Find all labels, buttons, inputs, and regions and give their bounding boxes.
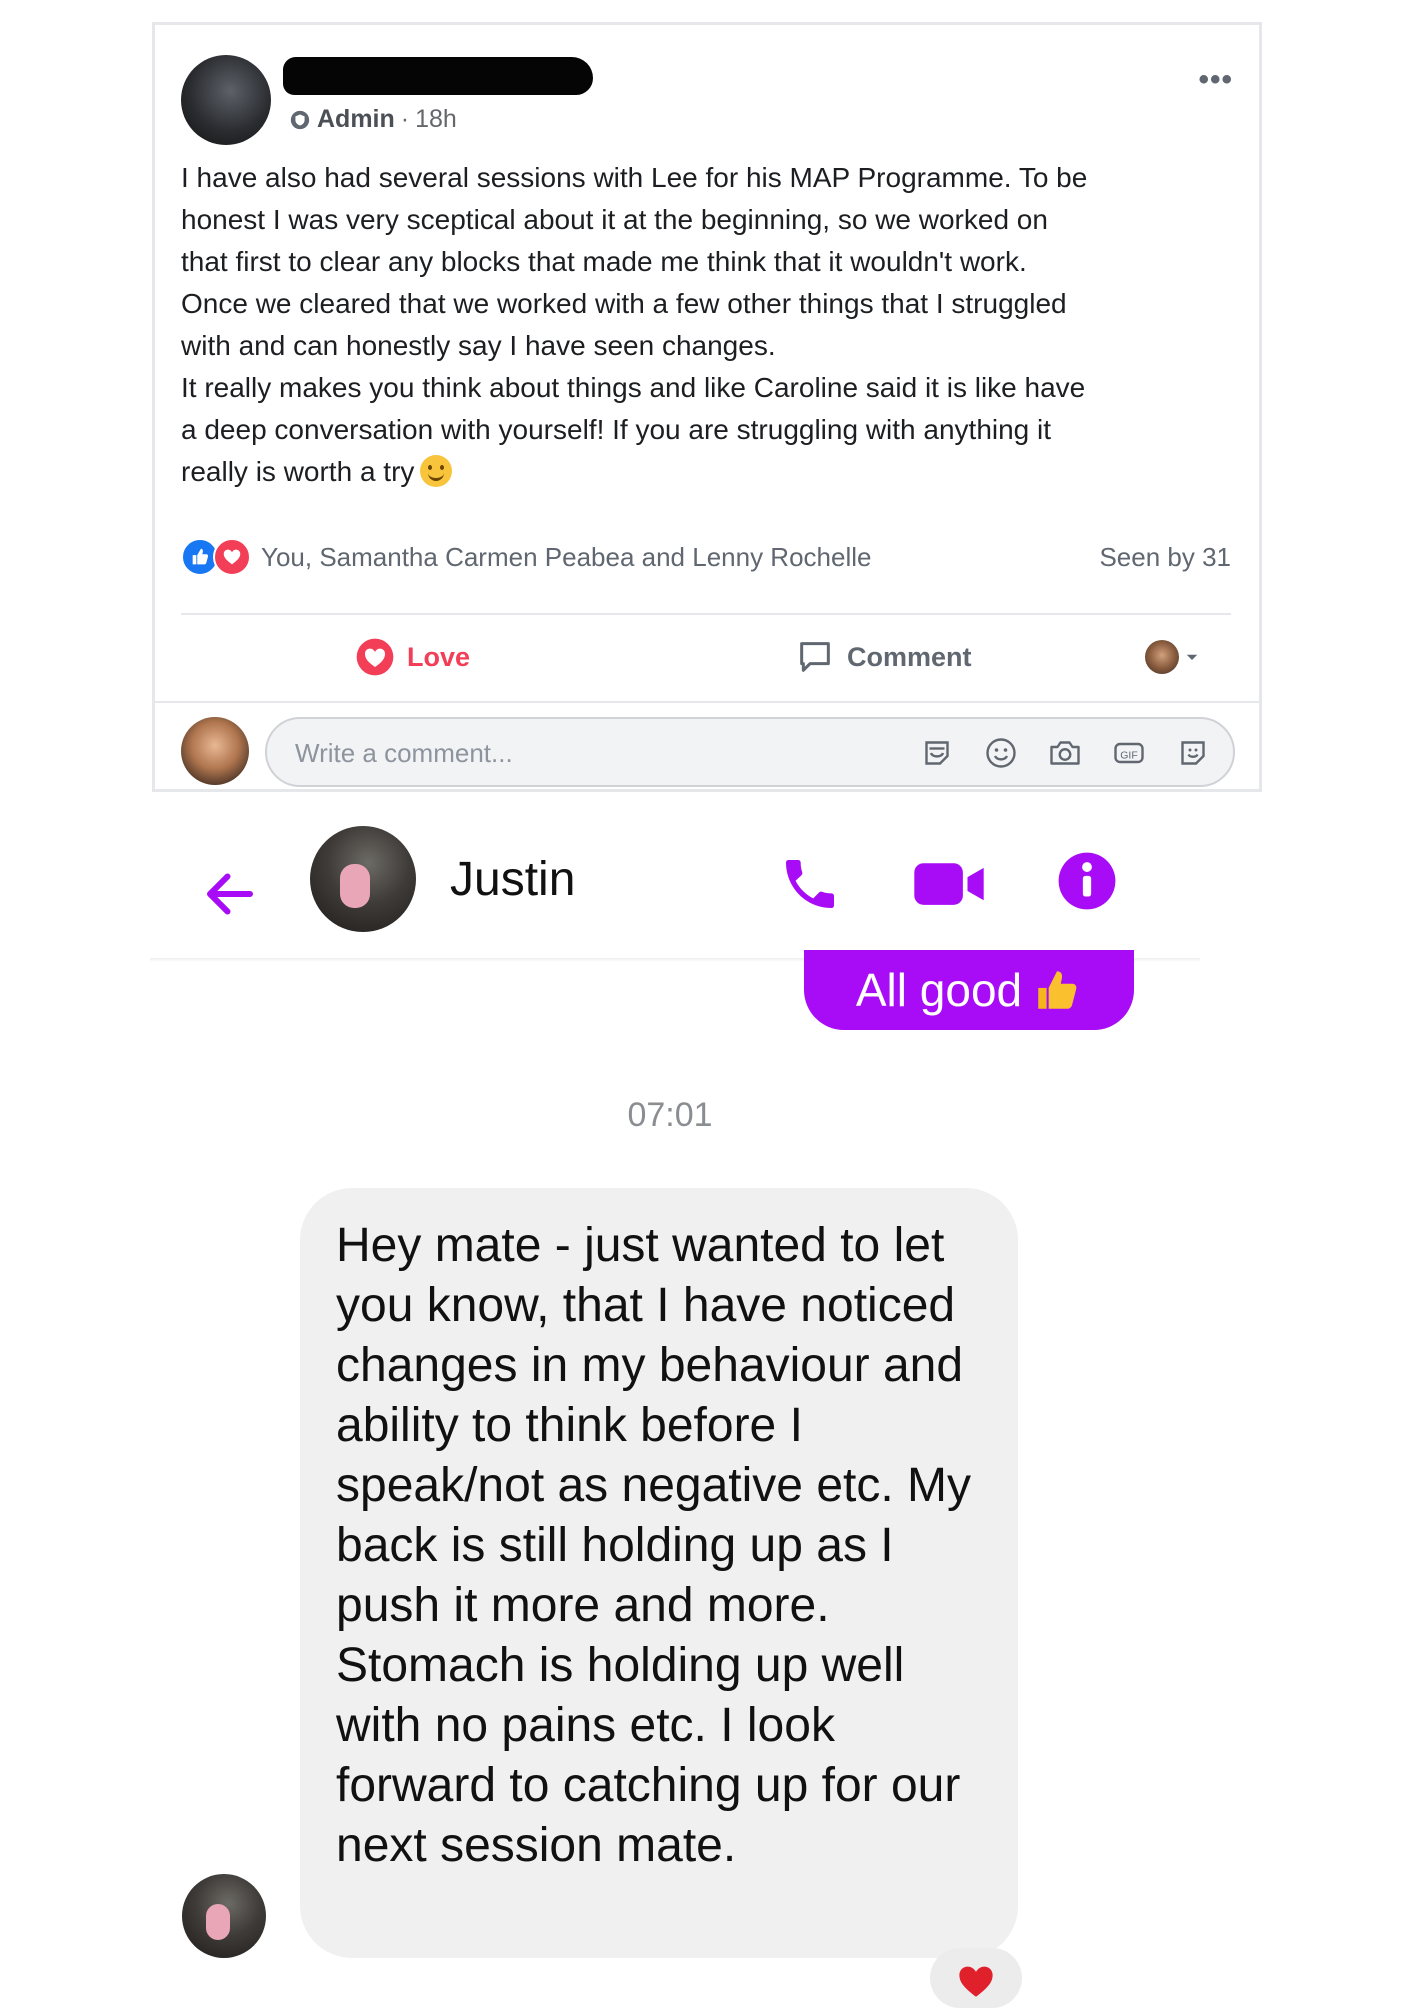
post-meta: Admin · 18h [289,105,457,134]
commenter-avatar [181,717,249,785]
heart-reaction-icon [959,1966,993,1997]
heart-icon [213,538,251,576]
post-body: I have also had several sessions with Le… [181,157,1221,493]
received-message-text: Hey mate - just wanted to let you know, … [336,1219,972,1872]
message-timestamp: 07:01 [627,1096,713,1134]
facebook-post-card: Admin · 18h ••• I have also had several … [152,22,1262,792]
reactions-bar[interactable]: You, Samantha Carmen Peabea and Lenny Ro… [181,537,1231,577]
video-icon[interactable] [912,856,986,912]
avatar-sticker-icon[interactable] [1175,735,1211,771]
shield-icon [290,110,310,129]
sticker-icon[interactable] [919,735,955,771]
gif-icon[interactable]: GIF [1111,735,1147,771]
back-arrow-icon[interactable] [200,864,260,924]
sent-message-text: All good [855,964,1023,1016]
message-reaction[interactable] [930,1948,1022,2008]
comment-tools: GIF [919,735,1211,771]
comment-label: Comment [847,641,972,672]
poster-avatar[interactable] [181,55,271,145]
contact-avatar[interactable] [310,826,416,932]
post-actions: Love Comment [155,623,1259,691]
comment-composer: GIF [155,701,1259,791]
phone-icon[interactable] [778,852,842,916]
seen-count[interactable]: Seen by 31 [1099,542,1231,573]
meta-separator: · [400,105,410,133]
sent-message-bubble[interactable]: All good [804,950,1134,1030]
contact-name[interactable]: Justin [450,852,575,907]
received-message-bubble[interactable]: Hey mate - just wanted to let you know, … [300,1188,1018,1958]
comment-input[interactable] [293,719,857,787]
redacted-poster-name [283,57,593,95]
post-time[interactable]: 18h [415,105,457,134]
persona-avatar [1145,640,1179,674]
more-options-icon[interactable]: ••• [1198,63,1233,97]
heart-icon [356,638,394,676]
thumbs-up-icon [1038,971,1077,1009]
emoji-icon[interactable] [983,735,1019,771]
reactors-names[interactable]: You, Samantha Carmen Peabea and Lenny Ro… [261,542,871,573]
sender-avatar[interactable] [182,1874,266,1958]
post-text: I have also had several sessions with Le… [181,162,1088,487]
divider [181,613,1231,615]
comment-button[interactable]: Comment [795,637,972,677]
comment-icon [800,642,830,672]
camera-icon[interactable] [1047,735,1083,771]
comment-box[interactable]: GIF [265,717,1235,787]
love-button[interactable]: Love [355,637,470,677]
love-label: Love [407,641,471,672]
admin-badge: Admin [317,105,395,133]
smile-emoji-icon [420,455,453,487]
svg-text:GIF: GIF [1120,749,1138,761]
chevron-down-icon [1186,654,1198,660]
messenger-header: Justin [150,816,1200,966]
info-icon[interactable] [1056,850,1118,912]
persona-selector[interactable] [1145,640,1201,674]
